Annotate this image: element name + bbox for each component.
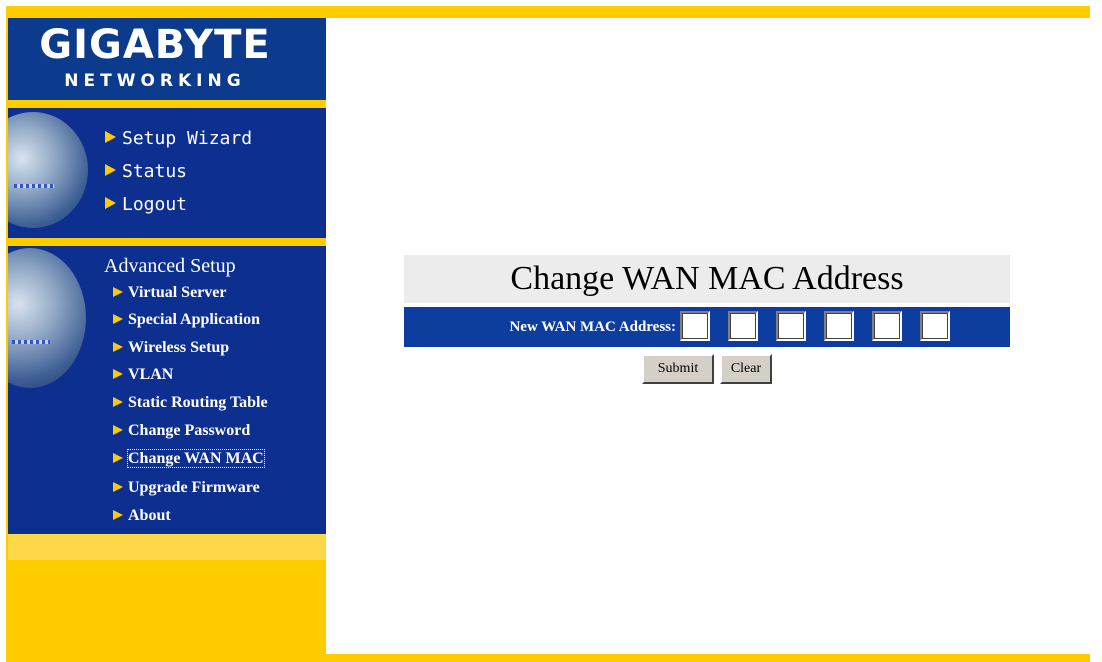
nav-label: Change Password [128, 422, 251, 439]
nav-label: Wireless Setup [128, 339, 230, 356]
logo-subtitle: NETWORKING [64, 71, 246, 91]
nav-label: Status [122, 161, 188, 182]
mac-octet-3-input[interactable] [776, 311, 806, 341]
arrow-right-icon [113, 287, 123, 298]
nav-wireless-setup[interactable]: Wireless Setup [113, 338, 229, 358]
nav-label: Setup Wizard [122, 128, 253, 149]
arrow-right-icon [105, 164, 116, 176]
nav-setup-wizard[interactable]: Setup Wizard [105, 128, 252, 150]
arrow-right-icon [113, 342, 123, 353]
arrow-right-icon [113, 397, 123, 408]
nav-label: About [128, 507, 171, 524]
sidebar: GIGABYTE NETWORKING Setup Wizard Status … [8, 18, 326, 662]
arrow-right-icon [113, 369, 123, 380]
bottom-border [326, 654, 1090, 662]
arrow-right-icon [105, 131, 116, 143]
divider [8, 238, 326, 246]
nav-special-application[interactable]: Special Application [113, 310, 260, 330]
nav-label: Static Routing Table [128, 394, 268, 411]
nav-label: Upgrade Firmware [128, 479, 260, 496]
nav-label: Logout [122, 194, 188, 215]
router-image [8, 248, 86, 388]
mac-address-label: New WAN MAC Address: [509, 319, 676, 335]
arrow-right-icon [113, 482, 123, 493]
arrow-right-icon [113, 510, 123, 521]
arrow-right-icon [105, 197, 116, 209]
nav-status[interactable]: Status [105, 161, 187, 183]
arrow-right-icon [113, 425, 123, 436]
nav-logout[interactable]: Logout [105, 194, 187, 216]
top-border [6, 6, 1090, 18]
mac-octet-2-input[interactable] [728, 311, 758, 341]
page-title: Change WAN MAC Address [404, 255, 1010, 303]
nav-about[interactable]: About [113, 506, 171, 526]
nav-label: VLAN [128, 366, 174, 383]
mac-address-row: New WAN MAC Address: [404, 307, 1010, 347]
brand-logo: GIGABYTE NETWORKING [8, 18, 326, 100]
nav-label: Change WAN MAC [127, 449, 265, 468]
mac-octet-1-input[interactable] [680, 311, 710, 341]
nav-label: Virtual Server [128, 284, 227, 301]
router-ports [14, 184, 54, 188]
submit-button[interactable]: Submit [642, 354, 714, 384]
divider [8, 100, 326, 108]
nav-virtual-server[interactable]: Virtual Server [113, 283, 226, 303]
main-nav: Setup Wizard Status Logout [8, 108, 326, 238]
mac-octet-5-input[interactable] [872, 311, 902, 341]
arrow-right-icon [113, 314, 123, 325]
router-ports [12, 340, 50, 344]
nav-upgrade-firmware[interactable]: Upgrade Firmware [113, 478, 260, 498]
arrow-right-icon [113, 453, 123, 464]
nav-label: Special Application [128, 311, 261, 328]
mac-octet-4-input[interactable] [824, 311, 854, 341]
mac-octet-6-input[interactable] [920, 311, 950, 341]
router-image [8, 112, 88, 228]
nav-change-password[interactable]: Change Password [113, 421, 250, 441]
logo-wordmark: GIGABYTE [39, 22, 271, 68]
nav-vlan[interactable]: VLAN [113, 365, 173, 385]
nav-change-wan-mac[interactable]: Change WAN MAC [113, 449, 265, 469]
sidebar-footer-stripe [8, 534, 326, 560]
nav-static-routing-table[interactable]: Static Routing Table [113, 393, 268, 413]
advanced-setup-heading: Advanced Setup [104, 255, 236, 277]
clear-button[interactable]: Clear [720, 354, 772, 384]
advanced-nav: Advanced Setup Virtual Server Special Ap… [8, 246, 326, 534]
